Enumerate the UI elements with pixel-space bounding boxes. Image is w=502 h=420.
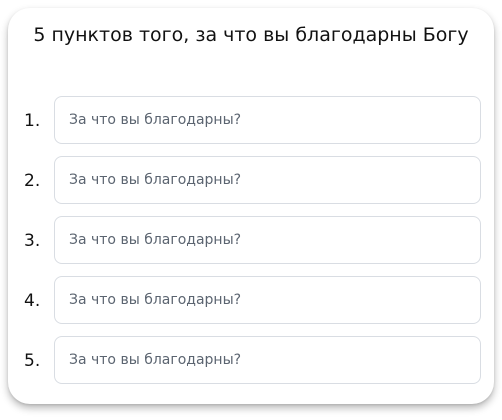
list-item: 4. [8, 276, 494, 326]
list-item: 5. [8, 336, 494, 386]
list-item: 2. [8, 156, 494, 206]
item-number: 2. [24, 171, 41, 191]
item-number: 3. [24, 231, 41, 251]
list-item: 3. [8, 216, 494, 266]
gratitude-card: 5 пунктов того, за что вы благодарны Бог… [8, 8, 494, 404]
gratitude-input-1[interactable] [54, 96, 481, 144]
item-number: 1. [24, 111, 41, 131]
gratitude-input-2[interactable] [54, 156, 481, 204]
gratitude-input-4[interactable] [54, 276, 481, 324]
gratitude-input-5[interactable] [54, 336, 481, 384]
item-number: 4. [24, 291, 41, 311]
item-number: 5. [24, 351, 41, 371]
list-item: 1. [8, 96, 494, 146]
gratitude-input-3[interactable] [54, 216, 481, 264]
page-title: 5 пунктов того, за что вы благодарны Бог… [33, 24, 469, 46]
